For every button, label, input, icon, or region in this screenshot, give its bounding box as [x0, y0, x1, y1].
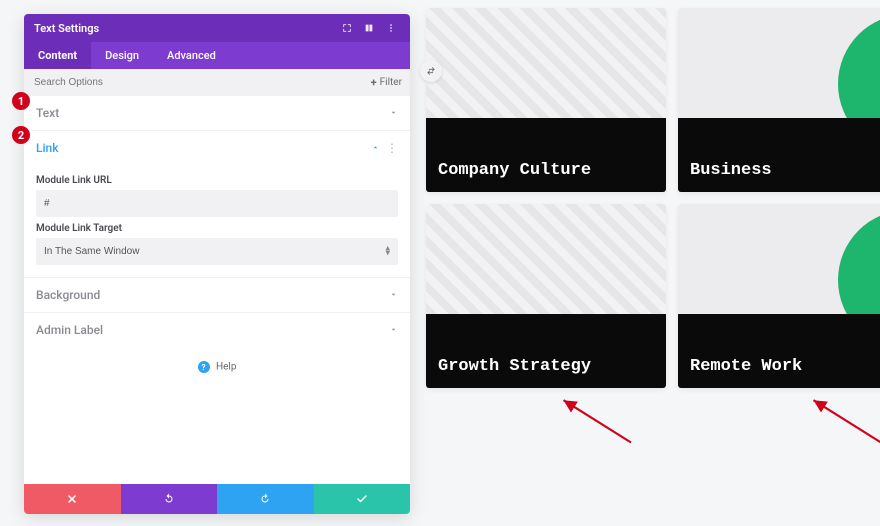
cancel-button[interactable] [24, 484, 121, 514]
card-image [426, 204, 666, 314]
panel-tabs: Content Design Advanced [24, 42, 410, 69]
section-admin-label-label: Admin Label [36, 323, 389, 337]
undo-button[interactable] [121, 484, 218, 514]
card-title: Company Culture [426, 118, 666, 192]
undo-icon [163, 493, 175, 505]
link-target-label: Module Link Target [36, 223, 398, 234]
card-company-culture[interactable]: Company Culture [426, 8, 666, 192]
chevron-down-icon [389, 106, 398, 120]
kebab-icon[interactable] [382, 19, 400, 37]
plus-icon: + [371, 76, 377, 89]
search-row: + Filter [24, 69, 410, 96]
annotation-arrow [800, 390, 880, 450]
annotation-badge-2: 2 [12, 126, 30, 144]
section-background[interactable]: Background [24, 278, 410, 312]
card-title: Growth Strategy [426, 314, 666, 388]
tab-content[interactable]: Content [24, 42, 91, 69]
section-link-body: Module Link URL Module Link Target ▴▾ [24, 165, 410, 277]
link-url-input[interactable] [36, 190, 398, 217]
filter-button[interactable]: + Filter [363, 72, 410, 93]
panel-title: Text Settings [34, 22, 99, 35]
expand-icon[interactable] [338, 19, 356, 37]
builder-swap-icon[interactable] [420, 60, 442, 82]
section-link-label: Link [36, 141, 371, 155]
annotation-arrow [550, 390, 640, 450]
chevron-up-icon [371, 141, 380, 155]
help-link[interactable]: ? Help [24, 347, 410, 387]
snap-icon[interactable] [360, 19, 378, 37]
green-circle-graphic [838, 14, 880, 118]
card-title: Business [678, 118, 880, 192]
section-admin-label[interactable]: Admin Label [24, 313, 410, 347]
help-icon: ? [198, 361, 210, 373]
close-icon [66, 493, 78, 505]
card-title: Remote Work [678, 314, 880, 388]
section-text[interactable]: Text [24, 96, 410, 130]
card-remote-work[interactable]: Remote Work [678, 204, 880, 388]
link-target-select[interactable] [36, 238, 398, 265]
section-link[interactable]: Link ⋮ [24, 131, 410, 165]
text-settings-panel: Text Settings Content Design Advanced [24, 14, 410, 514]
panel-header[interactable]: Text Settings [24, 14, 410, 42]
tab-design[interactable]: Design [91, 42, 153, 69]
save-button[interactable] [314, 484, 411, 514]
help-label: Help [216, 362, 236, 373]
tab-advanced[interactable]: Advanced [153, 42, 230, 69]
section-text-label: Text [36, 106, 389, 120]
annotation-badge-1: 1 [12, 92, 30, 110]
search-input[interactable] [24, 69, 363, 96]
section-background-label: Background [36, 288, 389, 302]
section-kebab-icon[interactable]: ⋮ [386, 141, 398, 155]
card-image [426, 8, 666, 118]
green-circle-graphic [838, 210, 880, 314]
redo-button[interactable] [217, 484, 314, 514]
card-image [678, 204, 880, 314]
check-icon [356, 493, 368, 505]
chevron-down-icon [389, 288, 398, 302]
card-image [678, 8, 880, 118]
card-growth-strategy[interactable]: Growth Strategy [426, 204, 666, 388]
redo-icon [259, 493, 271, 505]
panel-footer [24, 484, 410, 514]
filter-label: Filter [380, 77, 402, 88]
link-url-label: Module Link URL [36, 175, 398, 186]
chevron-down-icon [389, 323, 398, 337]
select-updown-icon: ▴▾ [385, 246, 390, 257]
card-business[interactable]: Business [678, 8, 880, 192]
card-grid: Company Culture Business Growth Strategy… [426, 8, 880, 388]
